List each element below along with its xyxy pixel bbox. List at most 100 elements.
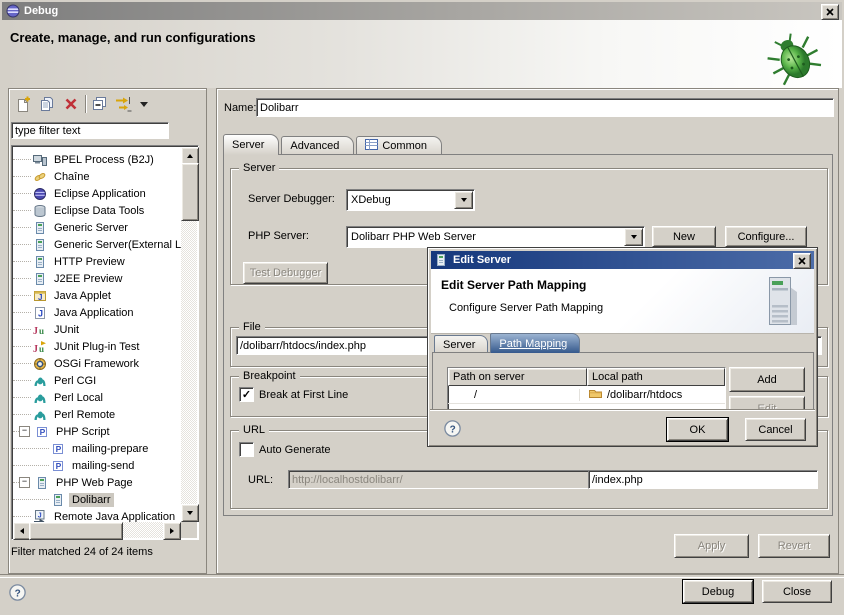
debug-button[interactable]: Debug	[683, 580, 753, 603]
new-configuration-icon[interactable]	[13, 94, 33, 114]
svg-text:P: P	[56, 461, 62, 471]
tree-item[interactable]: HTTP Preview	[13, 253, 181, 270]
dropdown-arrow-icon[interactable]	[454, 191, 473, 209]
php-icon: P	[35, 425, 50, 439]
tree-item[interactable]: Ju JUnit	[13, 321, 181, 338]
auto-generate-checkbox[interactable]	[239, 442, 254, 457]
duplicate-configuration-icon[interactable]	[37, 94, 57, 114]
filter-input[interactable]	[11, 122, 169, 139]
horizontal-scroll-thumb[interactable]	[29, 522, 123, 540]
tree-item[interactable]: BPEL Process (B2J)	[13, 151, 181, 168]
tree-item-label: Remote Java Application	[51, 510, 178, 523]
tree-item[interactable]: JRemote Java Application	[13, 508, 181, 522]
java-remote-icon: J	[33, 510, 48, 523]
tree-item[interactable]: J2EE Preview	[13, 270, 181, 287]
osgi-icon	[33, 357, 48, 371]
dialog-subheading: Configure Server Path Mapping	[449, 302, 603, 314]
php-icon: P	[51, 459, 66, 473]
tree-collapse-icon[interactable]: −	[19, 426, 30, 437]
svg-text:u: u	[39, 326, 44, 336]
tree-item[interactable]: Dolibarr	[13, 491, 181, 508]
tree-horizontal-scrollbar[interactable]	[13, 522, 181, 538]
mapping-local-path: /dolibarr/htdocs	[607, 389, 682, 401]
svg-text:J: J	[33, 326, 38, 337]
tree-item[interactable]: Pmailing-send	[13, 457, 181, 474]
toolbar-dropdown-arrow-icon[interactable]	[138, 94, 150, 114]
server-debugger-select[interactable]: XDebug	[346, 189, 475, 211]
tree-item[interactable]: − PHP Web Page	[13, 474, 181, 491]
tree-item-label: Eclipse Application	[51, 187, 149, 201]
dialog-help-icon[interactable]: ?	[444, 420, 461, 440]
break-first-line-checkbox[interactable]	[239, 387, 254, 402]
tree-item[interactable]: Eclipse Application	[13, 185, 181, 202]
dialog-tabs: Server Path Mapping	[434, 334, 582, 353]
scrollbar-corner	[181, 522, 197, 538]
window-close-button[interactable]	[821, 4, 839, 20]
ok-button[interactable]: OK	[667, 418, 728, 441]
tree-item[interactable]: Generic Server(External La	[13, 236, 181, 253]
dropdown-arrow-icon[interactable]	[624, 228, 643, 246]
url-path-input[interactable]	[588, 470, 818, 489]
tree-item[interactable]: JuJUnit Plug-in Test	[13, 338, 181, 355]
tree-toolbar	[13, 94, 150, 114]
tree-item[interactable]: Generic Server	[13, 219, 181, 236]
tree-item-label: Perl CGI	[51, 374, 99, 388]
php-server-label: PHP Server:	[248, 230, 309, 242]
tree-item[interactable]: JJava Applet	[13, 287, 181, 304]
apply-button[interactable]: Apply	[674, 534, 749, 558]
column-header-local-path[interactable]: Local path	[587, 368, 725, 386]
tab-server[interactable]: Server	[223, 134, 279, 155]
revert-button[interactable]: Revert	[758, 534, 830, 558]
tree-item[interactable]: JJava Application	[13, 304, 181, 321]
test-debugger-button[interactable]: Test Debugger	[243, 262, 328, 284]
tree-item-label: PHP Web Page	[53, 476, 136, 490]
header-banner: Create, manage, and run configurations	[2, 20, 842, 88]
close-button[interactable]: Close	[762, 580, 832, 603]
tree-item[interactable]: OSGi Framework	[13, 355, 181, 372]
tree-item-label: mailing-prepare	[69, 442, 151, 456]
scroll-down-icon[interactable]	[181, 504, 199, 522]
cancel-button[interactable]: Cancel	[745, 418, 806, 441]
tree-item[interactable]: Pmailing-prepare	[13, 440, 181, 457]
header-title: Create, manage, and run configurations	[10, 30, 256, 45]
tab-advanced[interactable]: Advanced	[281, 136, 354, 155]
dialog-tab-server[interactable]: Server	[434, 335, 488, 353]
configure-server-button[interactable]: Configure...	[725, 226, 807, 247]
help-icon[interactable]: ?	[9, 584, 26, 604]
tree-vertical-scrollbar[interactable]	[181, 147, 197, 522]
tab-common[interactable]: Common	[356, 136, 442, 155]
tree-item-label: JUnit	[51, 323, 82, 337]
filter-status-text: Filter matched 24 of 24 items	[11, 546, 153, 558]
collapse-all-icon[interactable]	[90, 94, 110, 114]
eclipse-icon	[6, 4, 20, 21]
mapping-path-on-server: /	[448, 389, 580, 401]
scroll-right-icon[interactable]	[163, 522, 181, 540]
tree-item[interactable]: Perl CGI	[13, 372, 181, 389]
tree-item[interactable]: Perl Local	[13, 389, 181, 406]
tree-item-label: Java Applet	[51, 289, 114, 303]
tree-item[interactable]: Chaîne	[13, 168, 181, 185]
tree-collapse-icon[interactable]: −	[19, 477, 30, 488]
mapping-row[interactable]: / /dolibarr/htdocs	[448, 386, 725, 404]
name-input[interactable]	[256, 98, 834, 117]
php-icon: P	[51, 442, 66, 456]
column-header-path-on-server[interactable]: Path on server	[448, 368, 587, 386]
name-label: Name:	[224, 102, 256, 114]
php-server-select[interactable]: Dolibarr PHP Web Server	[346, 226, 645, 248]
server-debugger-label: Server Debugger:	[248, 193, 335, 205]
config-tree-rows: BPEL Process (B2J)Chaîne Eclipse Applicat…	[13, 151, 181, 522]
tree-item[interactable]: −PPHP Script	[13, 423, 181, 440]
tree-item[interactable]: Eclipse Data Tools	[13, 202, 181, 219]
vertical-scroll-thumb[interactable]	[181, 163, 199, 221]
add-mapping-button[interactable]: Add	[729, 367, 805, 392]
svg-text:J: J	[33, 344, 38, 354]
svg-text:P: P	[40, 427, 46, 437]
tree-item-label: mailing-send	[69, 459, 137, 473]
dialog-close-button[interactable]	[793, 253, 811, 269]
dialog-tab-path-mapping[interactable]: Path Mapping	[490, 333, 580, 353]
svg-text:?: ?	[15, 588, 21, 599]
new-server-button[interactable]: New	[652, 226, 716, 247]
filter-launch-configurations-icon[interactable]	[114, 94, 134, 114]
delete-configuration-icon[interactable]	[61, 94, 81, 114]
tree-item[interactable]: Perl Remote	[13, 406, 181, 423]
